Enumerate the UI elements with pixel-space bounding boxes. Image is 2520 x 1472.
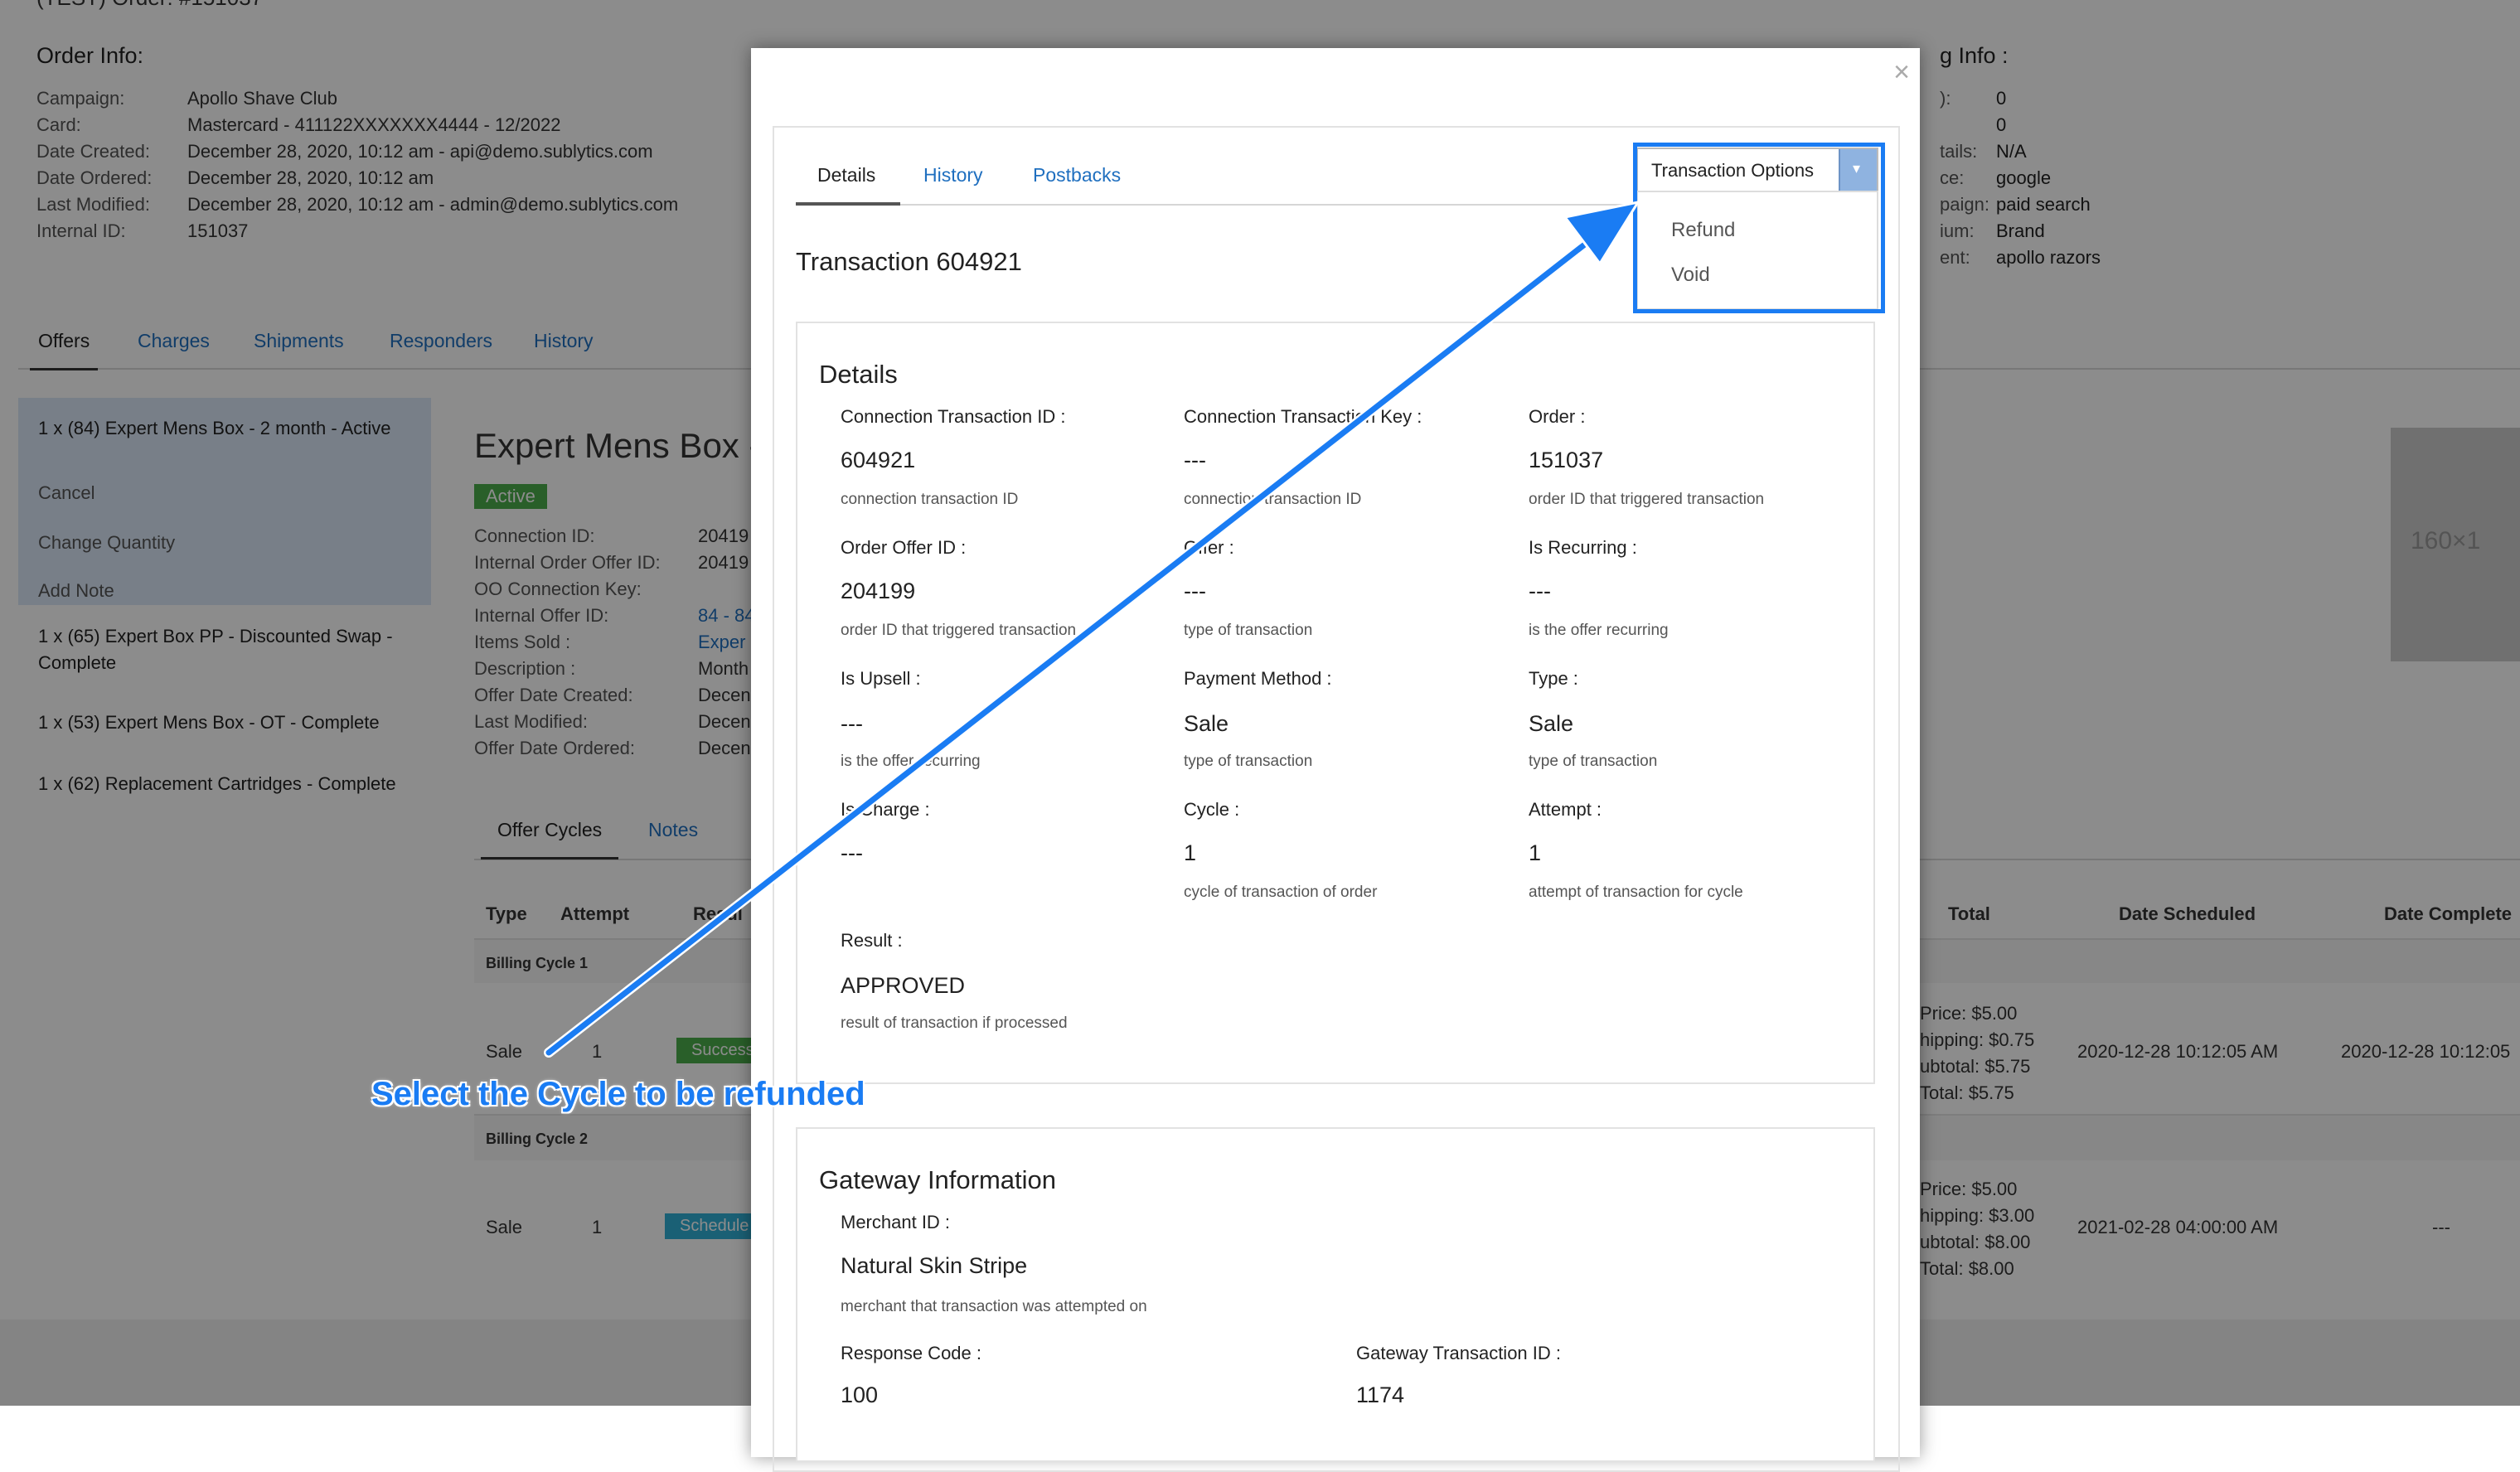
field-desc: connection transaction ID bbox=[1184, 491, 1362, 508]
field-label: Payment Method : bbox=[1184, 668, 1332, 689]
field-label: Attempt : bbox=[1529, 799, 1602, 820]
field-label: Is Recurring : bbox=[1529, 537, 1637, 558]
field-label: Type : bbox=[1529, 668, 1578, 689]
annotation-highlight-box bbox=[1633, 143, 1885, 313]
field-desc: order ID that triggered transaction bbox=[841, 622, 1077, 639]
details-heading: Details bbox=[819, 360, 898, 389]
field-label: Order : bbox=[1529, 406, 1586, 427]
field-value: 1174 bbox=[1356, 1382, 1405, 1407]
tab-divider bbox=[796, 204, 1630, 206]
field-label: Is Upsell : bbox=[841, 668, 921, 689]
field-value: --- bbox=[841, 840, 863, 865]
field-value: Sale bbox=[1184, 711, 1229, 736]
field-value: APPROVED bbox=[841, 973, 966, 998]
field-value: --- bbox=[1529, 579, 1551, 603]
field-value: --- bbox=[1184, 448, 1206, 472]
field-desc: is the offer recurring bbox=[841, 753, 981, 770]
field-value: 204199 bbox=[841, 579, 916, 603]
active-tab-indicator bbox=[796, 202, 900, 206]
field-label: Merchant ID : bbox=[841, 1212, 951, 1232]
field-label: Response Code : bbox=[841, 1343, 981, 1363]
tab-postbacks[interactable]: Postbacks bbox=[1033, 164, 1121, 186]
field-desc: connection transaction ID bbox=[841, 491, 1019, 508]
field-value: 604921 bbox=[841, 448, 916, 472]
field-label: Offer : bbox=[1184, 537, 1234, 558]
field-desc: merchant that transaction was attempted … bbox=[841, 1298, 1147, 1315]
field-label: Connection Transaction Key : bbox=[1184, 406, 1422, 427]
field-label: Is Charge : bbox=[841, 799, 930, 820]
field-desc: type of transaction bbox=[1184, 753, 1313, 770]
field-desc: attempt of transaction for cycle bbox=[1529, 884, 1743, 901]
field-label: Result : bbox=[841, 930, 903, 951]
field-value: --- bbox=[1184, 579, 1206, 603]
field-value: --- bbox=[841, 711, 863, 736]
details-panel bbox=[796, 322, 1875, 1084]
field-value: Natural Skin Stripe bbox=[841, 1253, 1028, 1278]
field-desc: is the offer recurring bbox=[1529, 622, 1669, 639]
field-desc: type of transaction bbox=[1529, 753, 1658, 770]
field-label: Order Offer ID : bbox=[841, 537, 967, 558]
field-value: 1 bbox=[1184, 840, 1197, 865]
field-value: 100 bbox=[841, 1382, 879, 1407]
field-label: Gateway Transaction ID : bbox=[1356, 1343, 1561, 1363]
transaction-title: Transaction 604921 bbox=[796, 247, 1022, 276]
gateway-heading: Gateway Information bbox=[819, 1165, 1057, 1194]
field-value: 151037 bbox=[1529, 448, 1604, 472]
close-icon[interactable]: × bbox=[1893, 56, 1910, 89]
tab-details[interactable]: Details bbox=[817, 164, 875, 186]
field-label: Connection Transaction ID : bbox=[841, 406, 1066, 427]
field-desc: cycle of transaction of order bbox=[1184, 884, 1378, 901]
field-desc: type of transaction bbox=[1184, 622, 1313, 639]
field-label: Cycle : bbox=[1184, 799, 1240, 820]
field-value: 1 bbox=[1529, 840, 1542, 865]
field-value: Sale bbox=[1529, 711, 1574, 736]
field-desc: order ID that triggered transaction bbox=[1529, 491, 1765, 508]
field-desc: result of transaction if processed bbox=[841, 1014, 1068, 1032]
annotation-caption: Select the Cycle to be refunded bbox=[371, 1076, 865, 1112]
tab-history[interactable]: History bbox=[923, 164, 983, 186]
